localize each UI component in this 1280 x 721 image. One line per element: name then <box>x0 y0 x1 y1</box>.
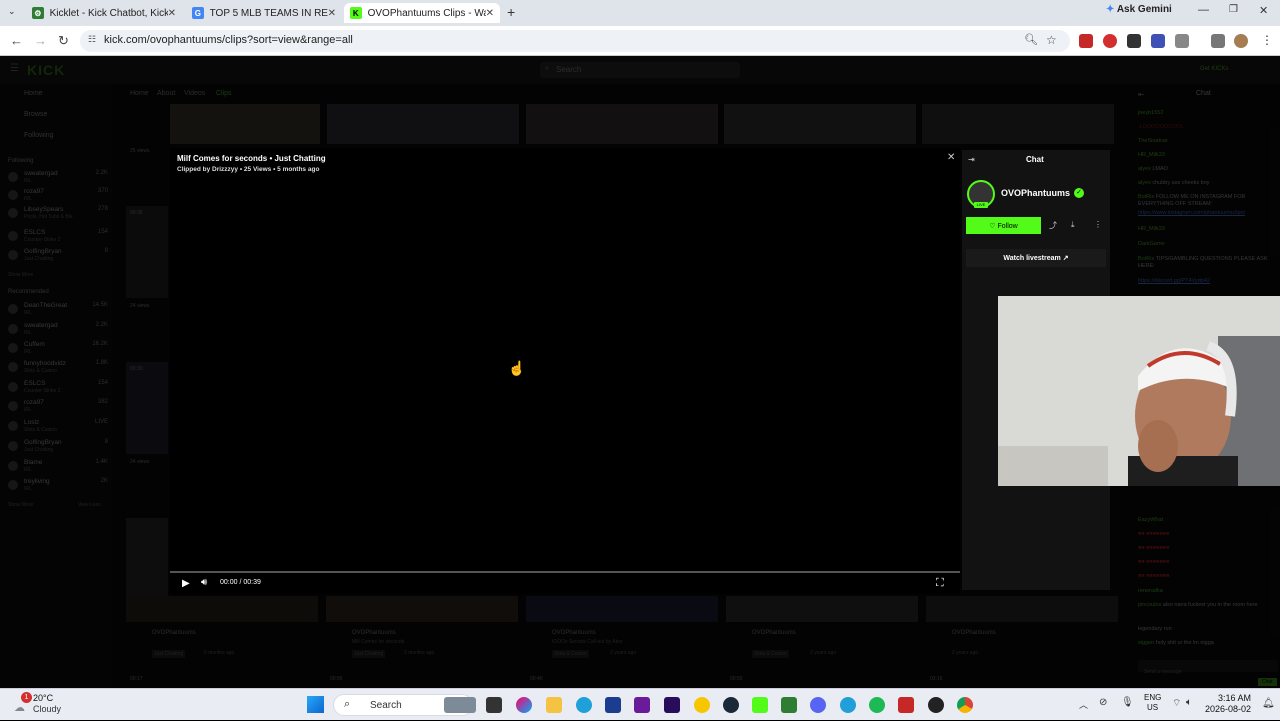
tray-region: US <box>1147 703 1159 712</box>
restore-icon[interactable]: ❐ <box>1229 4 1238 15</box>
kick-app-icon[interactable] <box>752 697 768 713</box>
url-text: kick.com/ovophantuums/clips?sort=view&ra… <box>104 34 353 46</box>
close-icon[interactable]: ✕ <box>168 8 176 19</box>
windows-taskbar: 1 ☁ 20°C Cloudy ⌕ Search ︿ ⊘ 🎙︎ ENG US ⌔… <box>0 688 1280 720</box>
follow-button[interactable]: ♡ Follow <box>966 217 1041 234</box>
app-icon[interactable] <box>898 697 914 713</box>
ask-gemini-button[interactable]: ✦ Ask Gemini <box>1106 4 1172 22</box>
gemini-icon: ✦ <box>1106 4 1115 15</box>
panel-header: Chat <box>1026 155 1044 164</box>
forward-arrow-icon[interactable]: → <box>34 33 47 48</box>
more-options-icon[interactable]: ⋮ <box>1094 220 1102 229</box>
tray-time[interactable]: 3:16 AM <box>1218 693 1251 703</box>
extension-blue-icon[interactable] <box>1151 34 1165 48</box>
tray-date[interactable]: 2026-08-02 <box>1205 704 1251 714</box>
reading-list-icon[interactable] <box>1211 34 1225 48</box>
nzxt-icon[interactable] <box>634 697 650 713</box>
collapse-panel-icon[interactable]: ⇥ <box>968 155 975 164</box>
back-arrow-icon[interactable]: ← <box>10 33 23 48</box>
tab-search-icon[interactable]: ⌄ <box>8 6 16 17</box>
app-notify-icon[interactable] <box>694 697 710 713</box>
taskbar-search-label: Search <box>370 700 402 711</box>
tab-label: Kicklet - Kick Chatbot, Kick Wi <box>49 7 168 19</box>
profile-avatar[interactable] <box>1234 34 1248 48</box>
browser-tab-bar: ⌄ ⚙ Kicklet - Kick Chatbot, Kick Wi ✕ G … <box>0 0 1280 26</box>
mouse-cursor-icon: ☝ <box>508 360 526 376</box>
edge-icon[interactable] <box>576 697 592 713</box>
extension-dark-icon[interactable] <box>1127 34 1141 48</box>
share-icon[interactable]: ⤴ <box>1049 220 1057 231</box>
windows-start-icon[interactable] <box>307 696 324 713</box>
steam-icon[interactable] <box>723 697 739 713</box>
obs-icon[interactable] <box>928 697 944 713</box>
tab-label: TOP 5 MLB TEAMS IN REVENUE <box>209 7 328 19</box>
kicklet-favicon-icon: ⚙ <box>32 7 44 19</box>
url-field[interactable]: ☷ kick.com/ovophantuums/clips?sort=view&… <box>80 30 1070 52</box>
network-icon[interactable]: ⊘ <box>1099 697 1107 708</box>
streamer-webcam-image <box>998 296 1280 486</box>
app-icon[interactable] <box>605 697 621 713</box>
tab-mlb[interactable]: G TOP 5 MLB TEAMS IN REVENUE ✕ <box>186 3 342 23</box>
bookmark-star-icon[interactable]: ☆ <box>1046 33 1057 47</box>
download-icon[interactable]: ⤓ <box>1071 220 1075 230</box>
microphone-icon[interactable]: 🎙︎ <box>1121 697 1134 708</box>
volume-icon[interactable]: 🔊︎ <box>201 577 207 588</box>
tab-ovophantuums[interactable]: K OVOPhantuums Clips - Wa ✕ <box>344 3 500 23</box>
file-explorer-icon[interactable] <box>546 697 562 713</box>
close-icon[interactable]: ✕ <box>328 8 336 19</box>
browser-menu-icon[interactable]: ⋮ <box>1261 33 1273 47</box>
clip-video-player[interactable] <box>170 148 960 594</box>
weather-desc: Cloudy <box>33 704 62 714</box>
live-badge: LIVE <box>974 202 988 208</box>
discord-icon[interactable] <box>810 697 826 713</box>
task-view-icon[interactable] <box>486 697 502 713</box>
heart-icon: ♡ <box>989 222 996 230</box>
clip-title: Milf Comes for seconds • Just Chatting <box>177 154 326 163</box>
tab-kicklet[interactable]: ⚙ Kicklet - Kick Chatbot, Kick Wi ✕ <box>26 3 182 23</box>
watch-livestream-label: Watch livestream <box>1003 255 1061 262</box>
search-highlight-icon[interactable] <box>444 697 476 713</box>
watch-livestream-button[interactable]: Watch livestream ↗ <box>966 249 1106 267</box>
copilot-icon[interactable] <box>516 697 532 713</box>
modal-close-icon[interactable]: ✕ <box>947 152 955 163</box>
window-close-icon[interactable]: ✕ <box>1259 4 1268 17</box>
extension-adblock-icon[interactable] <box>1103 34 1117 48</box>
play-icon[interactable]: ▶ <box>182 578 190 589</box>
minimize-icon[interactable]: — <box>1198 4 1209 16</box>
tray-language[interactable]: ENG <box>1144 693 1161 702</box>
site-info-icon[interactable]: ☷ <box>88 34 96 45</box>
wifi-icon[interactable]: ⌔ <box>1172 697 1181 710</box>
close-icon[interactable]: ✕ <box>486 8 494 19</box>
verified-check-icon: ✓ <box>1074 188 1084 198</box>
zoom-icon[interactable]: 🔍︎ <box>1024 33 1038 46</box>
calculator-icon[interactable] <box>781 697 797 713</box>
google-favicon-icon: G <box>192 7 204 19</box>
new-tab-button[interactable]: + <box>507 4 515 20</box>
weather-temp: 20°C <box>33 693 54 703</box>
reload-icon[interactable]: ↻ <box>58 33 69 49</box>
external-link-icon: ↗ <box>1062 255 1069 262</box>
kick-favicon-icon: K <box>350 7 362 19</box>
follow-label: Follow <box>997 222 1018 230</box>
chrome-icon[interactable] <box>957 697 973 713</box>
ask-gemini-label: Ask Gemini <box>1116 4 1172 15</box>
speaker-icon[interactable]: 🔈︎ <box>1186 697 1192 708</box>
fullscreen-icon[interactable]: ⛶ <box>936 577 944 590</box>
video-progress-bar[interactable] <box>170 571 960 573</box>
clip-meta: Clipped by Drizzzyy • 25 Views • 5 month… <box>177 166 320 173</box>
extension-red-icon[interactable] <box>1079 34 1093 48</box>
tray-chevron-icon[interactable]: ︿ <box>1079 698 1088 711</box>
telegram-icon[interactable] <box>840 697 856 713</box>
notifications-icon[interactable]: 🔔︎ <box>1262 698 1275 709</box>
tab-label: OVOPhantuums Clips - Wa <box>367 7 486 19</box>
spotify-icon[interactable] <box>869 697 885 713</box>
extensions-puzzle-icon[interactable] <box>1175 34 1189 48</box>
premiere-icon[interactable] <box>664 697 680 713</box>
video-time: 00:00 / 00:39 <box>220 579 261 586</box>
weather-cloud-icon: ☁ <box>14 702 25 714</box>
webcam-overlay <box>998 296 1280 486</box>
channel-name[interactable]: OVOPhantuums <box>1001 188 1070 198</box>
search-icon: ⌕ <box>344 698 351 710</box>
